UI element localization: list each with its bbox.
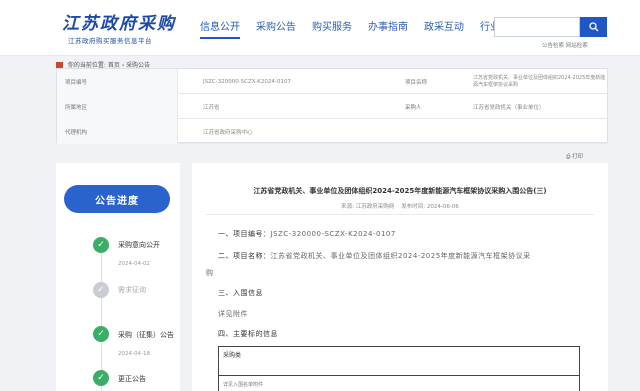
search-input[interactable] — [494, 17, 580, 37]
timeline-step-date: 2024-04-18 — [118, 351, 150, 357]
item-shortlist-info: 三、入围信息 — [218, 289, 263, 297]
site-header: 江苏政府采购 江苏政府购买服务信息平台 信息公开 采购公告 购买服务 办事指南 … — [0, 0, 640, 56]
print-label: 打印 — [572, 154, 584, 160]
timeline-step-date: 2024-04-02 — [118, 261, 150, 267]
item-main-subject: 四、主要标的信息 — [218, 330, 278, 338]
item-project-name: 二、项目名称：江苏省党政机关、事业单位及团体组织2024-2025年度新能源汽车… — [218, 251, 531, 261]
announcement-title: 江苏省党政机关、事业单位及团体组织2024-2025年度新能源汽车框架协议采购入… — [253, 187, 547, 195]
subject-table: 采购类 详见入围名单附件 — [218, 346, 580, 391]
nav-item-guide[interactable]: 办事指南 — [368, 18, 408, 39]
source-label: 来源: — [341, 204, 354, 210]
check-icon: ✓ — [93, 326, 109, 342]
table-divider — [177, 69, 178, 142]
check-icon: ✓ — [93, 237, 109, 253]
info-value-project-name: 江苏省党政机关、事业单位及团体组织2024-2025年度新能源汽车框架协议采购 — [473, 74, 606, 88]
search-button[interactable] — [580, 17, 607, 37]
nav-item-info-disclosure[interactable]: 信息公开 — [200, 18, 240, 39]
table-row-line — [219, 375, 579, 376]
info-label-region: 所属地区 — [57, 94, 177, 119]
timeline-step-label[interactable]: 采购意向公开 — [118, 240, 160, 250]
divider — [206, 214, 594, 215]
search-links[interactable]: 公告检索 网站检索 — [542, 41, 588, 49]
check-icon: ✓ — [93, 370, 109, 386]
announcement-panel: 江苏省党政机关、事业单位及团体组织2024-2025年度新能源汽车框架协议采购入… — [192, 163, 608, 391]
info-value-region: 江苏省 — [203, 104, 220, 111]
check-icon: ✓ — [93, 282, 109, 298]
announcement-meta: 来源: 江苏政府采购网 发布时间: 2024-06-06 — [192, 202, 608, 210]
info-label-purchaser: 采购人 — [405, 104, 422, 111]
item-value: 江苏省党政机关、事业单位及团体组织2024-2025年度新能源汽车框架协议采 — [270, 252, 531, 260]
item-value: JSZC-320000-SCZX-K2024-0107 — [270, 230, 396, 238]
item-project-name-wrap: 购 — [206, 269, 213, 277]
date-value: 2024-06-06 — [426, 204, 459, 210]
info-row: 所属地区 江苏省 采购人 江苏省党政机关（事业单位） — [57, 94, 607, 119]
timeline-step-label: 需求征询 — [118, 286, 146, 294]
source-value: 江苏政府采购网 — [355, 204, 395, 210]
site-logo-subtitle: 江苏政府购买服务信息平台 — [68, 37, 152, 45]
info-value-project-no: JSZC-320000-SCZX-K2024-0107 — [203, 78, 291, 85]
main-nav: 信息公开 采购公告 购买服务 办事指南 政采互动 行业专题 — [200, 18, 536, 39]
table-cell: 详见入围名单附件 — [223, 382, 264, 388]
site-logo[interactable]: 江苏政府采购 — [62, 9, 176, 34]
item-label: 二、项目名称： — [218, 252, 271, 260]
info-label-project-no: 项目编号 — [57, 69, 177, 94]
progress-title: 公告进度 — [64, 185, 170, 213]
timeline-step-label[interactable]: 更正公告 — [118, 374, 146, 384]
info-row: 代理机构 江苏省政府采购中心 — [57, 119, 607, 144]
info-value-agency: 江苏省政府采购中心 — [203, 129, 253, 136]
info-value-purchaser: 江苏省党政机关（事业单位） — [473, 104, 545, 111]
info-row: 项目编号 JSZC-320000-SCZX-K2024-0107 项目名称 江苏… — [57, 69, 607, 94]
timeline-step-label[interactable]: 采购（征集）公告 — [118, 330, 174, 340]
table-header: 采购类 — [223, 352, 242, 359]
progress-panel: 公告进度 ✓ 采购意向公开 2024-04-02 ✓ 需求征询 ✓ 采购（征集）… — [56, 163, 180, 391]
info-label-agency: 代理机构 — [57, 119, 177, 144]
nav-item-purchase-services[interactable]: 购买服务 — [312, 18, 352, 39]
nav-item-interaction[interactable]: 政采互动 — [424, 18, 464, 39]
info-label-project-name: 项目名称 — [405, 79, 428, 86]
print-button[interactable]: ⎙ 打印 — [566, 152, 583, 161]
project-info-table: 项目编号 JSZC-320000-SCZX-K2024-0107 项目名称 江苏… — [56, 68, 608, 144]
date-label: 发布时间: — [401, 204, 426, 210]
item-project-no: 一、项目编号：JSZC-320000-SCZX-K2024-0107 — [218, 229, 396, 239]
item-label: 一、项目编号： — [218, 230, 271, 238]
search-icon — [588, 22, 598, 32]
nav-item-procurement-notice[interactable]: 采购公告 — [256, 18, 296, 39]
item-shortlist-note: 详见附件 — [218, 310, 248, 318]
